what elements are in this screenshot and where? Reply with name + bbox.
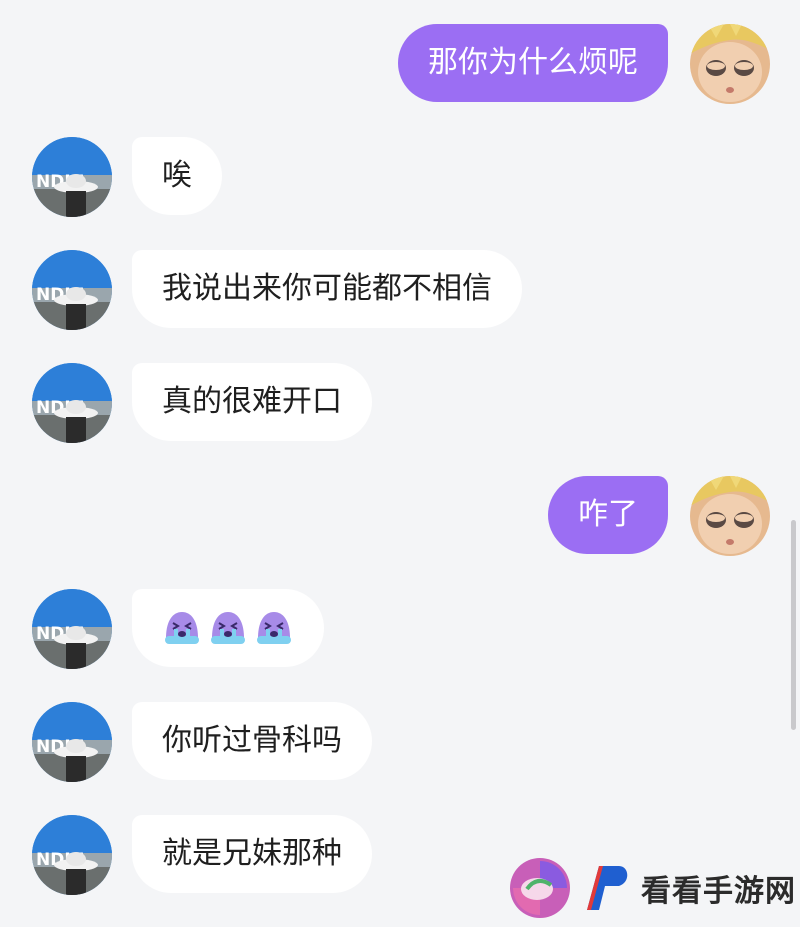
message-bubble-incoming[interactable] [132, 589, 324, 667]
message-bubble-incoming[interactable]: 你听过骨科吗 [132, 702, 372, 780]
friend-avatar[interactable] [32, 363, 112, 443]
my-avatar[interactable] [690, 476, 770, 556]
message-bubble-incoming[interactable]: 就是兄妹那种 [132, 815, 372, 893]
friend-avatar[interactable] [32, 815, 112, 895]
emoji-group [162, 608, 294, 648]
friend-avatar[interactable] [32, 250, 112, 330]
friend-avatar[interactable] [32, 589, 112, 669]
site-name: 看看手游网 [641, 874, 796, 909]
message-bubble-incoming[interactable]: 我说出来你可能都不相信 [132, 250, 522, 328]
crying-face-icon [254, 608, 294, 648]
scrollbar[interactable] [791, 520, 796, 730]
message-bubble-incoming[interactable]: 唉 [132, 137, 222, 215]
message-bubble-outgoing[interactable]: 那你为什么烦呢 [398, 24, 668, 102]
brand-p-icon [587, 866, 628, 910]
friend-avatar[interactable] [32, 702, 112, 782]
my-avatar[interactable] [690, 24, 770, 104]
site-watermark: 看看手游网 [507, 855, 796, 921]
message-bubble-outgoing[interactable]: 咋了 [548, 476, 668, 554]
message-bubble-incoming[interactable]: 真的很难开口 [132, 363, 372, 441]
crying-face-icon [162, 608, 202, 648]
chat-view: 那你为什么烦呢 唉 我说出来你可能都不相信 真的很难开口 咋了 你听过骨科吗 就… [0, 0, 800, 927]
site-logo-icon [510, 858, 570, 918]
crying-face-icon [208, 608, 248, 648]
friend-avatar[interactable] [32, 137, 112, 217]
